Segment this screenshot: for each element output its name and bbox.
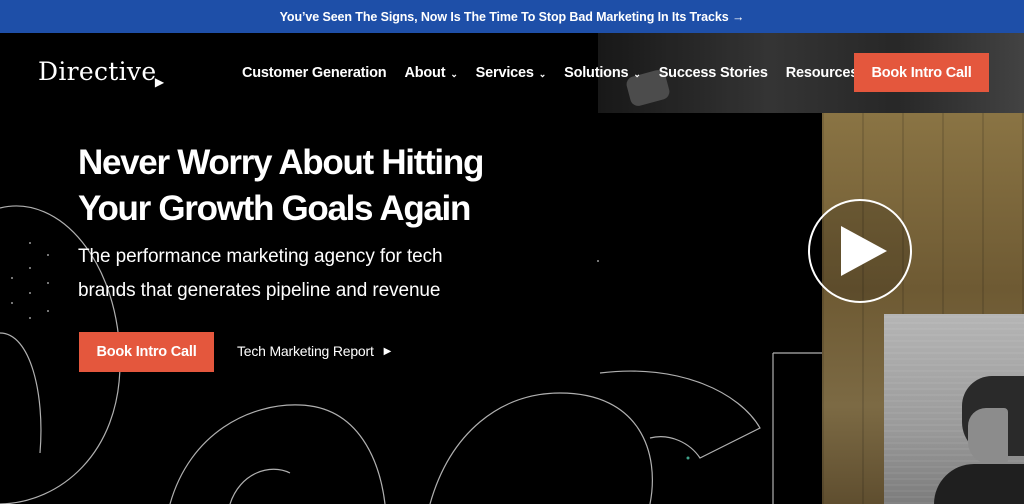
- nav-label: Resources: [785, 65, 859, 81]
- nav-label: Customer Generation: [242, 65, 387, 81]
- nav-label: About: [404, 65, 446, 81]
- play-video-button[interactable]: [808, 199, 912, 303]
- hero-headline: Never Worry About Hitting Your Growth Go…: [78, 140, 498, 232]
- chevron-down-icon: ⌄: [538, 68, 547, 79]
- hero-subheadline: The performance marketing agency for tec…: [78, 240, 498, 308]
- hero-section: Directive ▶ Customer Generation About ⌄ …: [0, 33, 1024, 504]
- headline-line-2: Your Growth Goals Again: [78, 189, 471, 228]
- announcement-text[interactable]: You’ve Seen The Signs, Now Is The Time T…: [280, 10, 745, 24]
- headline-line-1: Never Worry About Hitting: [78, 143, 484, 182]
- announcement-bar[interactable]: You’ve Seen The Signs, Now Is The Time T…: [0, 0, 1024, 33]
- nav-success-stories[interactable]: Success Stories: [659, 65, 768, 81]
- book-intro-call-button[interactable]: Book Intro Call: [79, 332, 214, 372]
- logo-text: Directive: [38, 57, 157, 86]
- nav-about[interactable]: About ⌄: [404, 65, 457, 81]
- book-intro-call-button-header[interactable]: Book Intro Call: [854, 53, 989, 92]
- nav-label: Solutions: [564, 65, 629, 81]
- tech-marketing-report-link[interactable]: Tech Marketing Report ▶: [237, 343, 391, 359]
- nav-solutions[interactable]: Solutions ⌄: [564, 65, 641, 81]
- hero-photo-person: [884, 314, 1024, 504]
- nav-label: Services: [475, 65, 534, 81]
- chevron-down-icon: ⌄: [633, 68, 641, 79]
- nav-services[interactable]: Services ⌄: [475, 65, 547, 81]
- subheadline-line-2: brands that generates pipeline and reven…: [78, 280, 441, 301]
- logo-arrow-icon: ▶: [154, 75, 165, 89]
- directive-logo[interactable]: Directive ▶: [38, 57, 164, 89]
- triangle-right-icon: ▶: [383, 345, 392, 357]
- chevron-down-icon: ⌄: [450, 68, 458, 79]
- nav-customer-generation[interactable]: Customer Generation: [242, 65, 387, 81]
- nav-label: Success Stories: [658, 65, 768, 81]
- report-link-label: Tech Marketing Report: [237, 343, 374, 359]
- subheadline-line-1: The performance marketing agency for tec…: [78, 246, 443, 267]
- play-icon: [841, 226, 887, 276]
- main-nav: Customer Generation About ⌄ Services ⌄ S…: [242, 65, 888, 81]
